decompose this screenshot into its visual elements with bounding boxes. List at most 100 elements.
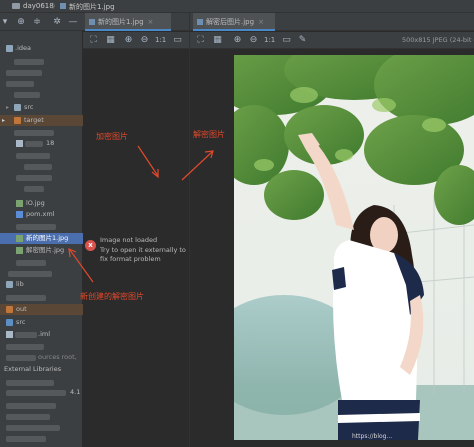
blurred-item <box>6 344 44 350</box>
grid-icon[interactable]: ▦ <box>212 35 223 46</box>
folder-icon <box>6 45 13 52</box>
fit-window-icon[interactable]: ▭ <box>281 35 292 46</box>
maven-icon <box>16 211 23 218</box>
file-icon <box>6 331 13 338</box>
tree-item-idea[interactable]: .idea <box>0 43 83 54</box>
watermark: https://blog... <box>352 433 393 440</box>
image-file-icon <box>16 235 23 242</box>
zoom-in-icon[interactable]: ⊕ <box>123 35 134 46</box>
blurred-item <box>6 436 46 442</box>
tree-item-src2[interactable]: src <box>0 317 83 328</box>
error-icon: x <box>85 240 96 251</box>
annotation-decrypted: 解密图片 <box>193 130 225 139</box>
editor-left: 新的图片1.jpg × ⛶ ▦ ⊕ ⊖ 1:1 ▭ <box>83 13 189 447</box>
blurred-item <box>14 92 40 98</box>
tree-item-pom[interactable]: pom.xml <box>0 209 83 220</box>
blurred-item <box>16 260 46 266</box>
error-title: Image not loaded <box>100 236 158 244</box>
tree-item-src[interactable]: ▸ src <box>0 102 83 113</box>
fit-window-icon[interactable]: ▭ <box>172 35 183 46</box>
blurred-item <box>6 425 60 431</box>
actual-size-button[interactable]: 1:1 <box>155 35 166 46</box>
file-icon <box>16 140 23 147</box>
folder-icon <box>14 104 21 111</box>
folder-icon <box>14 117 21 124</box>
annotation-new-decrypted: 新创建的解密图片 <box>80 292 144 301</box>
image-file-icon <box>89 19 95 25</box>
image-file-icon <box>16 247 23 254</box>
blurred-item <box>14 130 54 136</box>
dropdown-icon[interactable]: ▾ <box>0 17 10 27</box>
tree-item-iml[interactable]: .iml <box>0 329 83 340</box>
blurred-item <box>16 224 56 230</box>
close-icon[interactable]: × <box>258 18 264 26</box>
minimize-icon[interactable]: — <box>68 17 78 27</box>
image-file-icon <box>60 3 66 9</box>
zoom-out-icon[interactable]: ⊖ <box>248 35 259 46</box>
tree-item-lib[interactable]: lib <box>0 279 83 290</box>
project-toolbar: ▾ ⊕ ≑ ✲ — <box>0 13 83 31</box>
blurred-item <box>16 153 50 159</box>
blurred-item <box>6 81 34 87</box>
blurred-item <box>15 332 37 338</box>
tree-item-file[interactable]: 18 <box>0 138 83 149</box>
tab-decrypted-image[interactable]: 解密后图片.jpg × <box>193 13 275 31</box>
image-file-icon <box>197 19 203 25</box>
blurred-item <box>6 380 54 386</box>
blurred-item <box>25 141 43 147</box>
blurred-item <box>24 186 44 192</box>
blurred-item <box>6 390 66 396</box>
folder-icon <box>6 319 13 326</box>
blurred-item <box>6 355 36 361</box>
expand-arrow-icon[interactable]: ▸ <box>6 102 9 113</box>
color-picker-icon[interactable]: ✎ <box>297 35 308 46</box>
zoom-in-icon[interactable]: ⊕ <box>232 35 243 46</box>
error-hint-line2: fix format problem <box>100 255 161 263</box>
photo-illustration <box>234 55 474 440</box>
breadcrumb-file[interactable]: 新的图片1.jpg <box>69 2 115 12</box>
error-hint-line1: Try to open it externally to <box>100 246 186 254</box>
image-file-icon <box>16 200 23 207</box>
tab-bar: 新的图片1.jpg × <box>83 13 189 31</box>
blurred-item <box>6 414 50 420</box>
expand-arrow-icon[interactable]: ▸ <box>2 115 5 126</box>
tree-item-external-libraries[interactable]: External Libraries <box>0 364 83 375</box>
tab-encrypted-image[interactable]: 新的图片1.jpg × <box>85 13 171 31</box>
tree-item-sources-root[interactable]: ources root, <box>0 352 83 363</box>
blurred-item <box>14 59 44 65</box>
tree-item-jpg[interactable]: lO.jpg <box>0 198 83 209</box>
image-toolbar: ⛶ ▦ ⊕ ⊖ 1:1 ▭ ✎ 500x815 JPEG (24-bit c <box>190 32 474 49</box>
blurred-item <box>6 70 42 76</box>
folder-icon <box>6 306 13 313</box>
folder-icon <box>6 281 13 288</box>
close-icon[interactable]: × <box>148 18 154 26</box>
decrypted-photo <box>234 55 474 440</box>
blurred-item <box>6 403 56 409</box>
image-toolbar: ⛶ ▦ ⊕ ⊖ 1:1 ▭ <box>83 32 189 49</box>
folder-icon <box>12 3 20 9</box>
project-panel: ▾ ⊕ ≑ ✲ — .idea ▸ src ▸ target 18 lO.jpg… <box>0 13 83 447</box>
grid-icon[interactable]: ▦ <box>105 35 116 46</box>
blurred-item <box>6 295 46 301</box>
annotation-encrypted: 加密图片 <box>96 132 128 141</box>
tree-item-target[interactable]: ▸ target <box>0 115 83 126</box>
blurred-item <box>16 175 52 181</box>
blurred-item <box>8 271 52 277</box>
fit-icon[interactable]: ⛶ <box>195 35 206 46</box>
collapse-icon[interactable]: ≑ <box>32 17 42 27</box>
locate-icon[interactable]: ⊕ <box>16 17 26 27</box>
actual-size-button[interactable]: 1:1 <box>264 35 275 46</box>
blurred-item <box>24 164 52 170</box>
image-info: 500x815 JPEG (24-bit c <box>402 36 474 44</box>
tree-item-library-version[interactable]: 4.1 <box>0 387 83 398</box>
breadcrumb-project[interactable]: day0618 <box>23 2 54 10</box>
tree-item-selected-image[interactable]: 新的图片1.jpg <box>0 233 83 244</box>
tree-item-out[interactable]: out <box>0 304 83 315</box>
title-bar: day0618 〉 新的图片1.jpg <box>0 0 474 13</box>
zoom-out-icon[interactable]: ⊖ <box>139 35 150 46</box>
tree-item-decrypted-image[interactable]: 解密图片.jpg <box>0 245 83 256</box>
gear-icon[interactable]: ✲ <box>52 17 62 27</box>
tab-bar: 解密后图片.jpg × <box>190 13 474 31</box>
breadcrumb-separator: 〉 <box>52 2 59 10</box>
fit-icon[interactable]: ⛶ <box>88 35 99 46</box>
